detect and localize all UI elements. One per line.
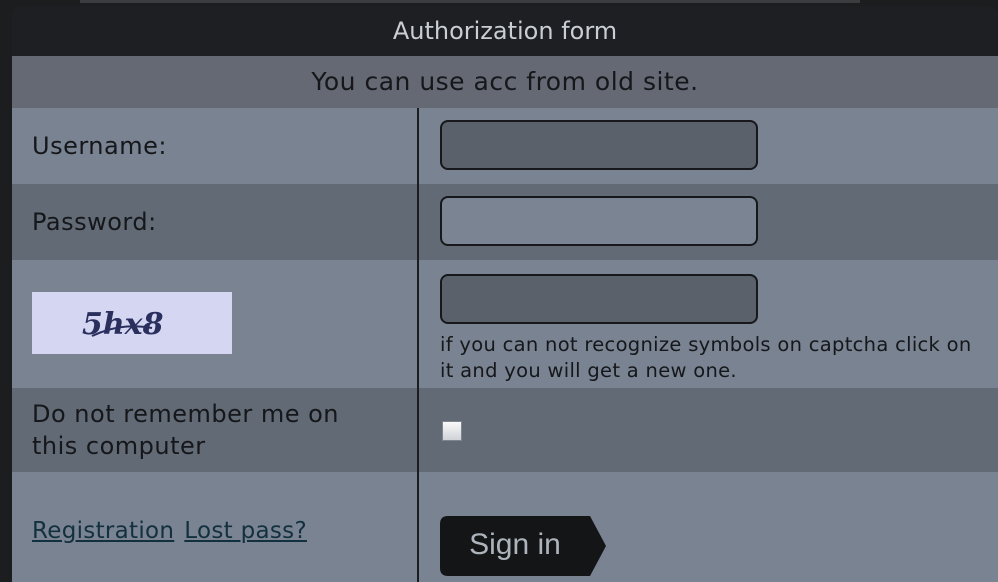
form-title: Authorization form: [12, 6, 998, 56]
password-row: Password:: [12, 184, 998, 260]
password-label: Password:: [32, 208, 157, 236]
username-input[interactable]: [440, 120, 758, 170]
captcha-row: 5hx8 if you can not recognize symbols on…: [12, 260, 998, 388]
remember-row: Do not remember me on this computer: [12, 388, 998, 472]
captcha-glyphs: 5hx8: [82, 307, 164, 342]
lost-pass-link[interactable]: Lost pass?: [184, 518, 307, 544]
remember-label: Do not remember me on this computer: [32, 400, 340, 460]
registration-link[interactable]: Registration: [32, 518, 174, 544]
page-background: Authorization form You can use acc from …: [0, 0, 998, 582]
column-divider: [417, 108, 419, 582]
actions-row: Registration Lost pass? Sign in: [12, 472, 998, 582]
sign-in-button[interactable]: Sign in: [440, 516, 606, 576]
username-label: Username:: [32, 132, 167, 160]
authorization-form: Authorization form You can use acc from …: [12, 6, 998, 582]
form-notice: You can use acc from old site.: [12, 56, 998, 108]
username-row: Username:: [12, 108, 998, 184]
password-input[interactable]: [440, 196, 758, 246]
captcha-input[interactable]: [440, 274, 758, 324]
captcha-hint: if you can not recognize symbols on capt…: [440, 333, 972, 382]
captcha-text: 5hx8: [82, 307, 164, 342]
top-edge: [80, 0, 860, 3]
sign-in-label: Sign in: [469, 528, 561, 561]
captcha-image[interactable]: 5hx8: [32, 292, 232, 354]
remember-checkbox[interactable]: [442, 421, 462, 441]
auth-links: Registration Lost pass?: [32, 518, 317, 544]
